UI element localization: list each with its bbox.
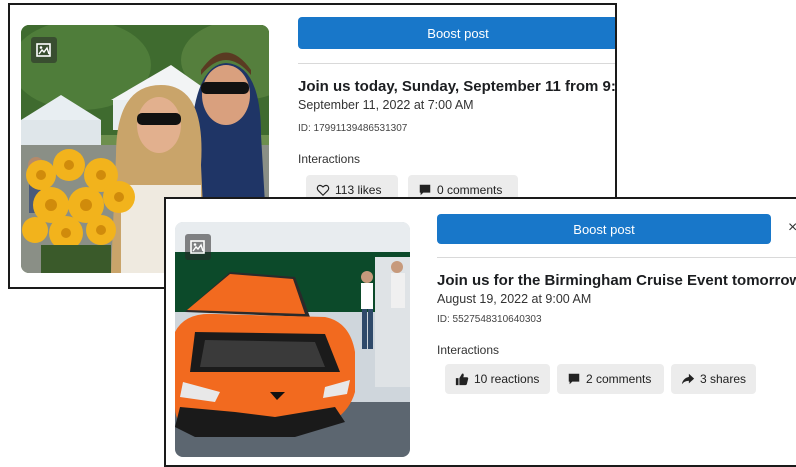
post-title: Join us today, Sunday, September 11 from… (298, 78, 616, 95)
post-photo-corvette[interactable] (175, 222, 410, 457)
divider (298, 63, 615, 64)
comments-count: 0 comments (437, 183, 503, 197)
interactions-label: Interactions (437, 343, 500, 357)
thumbs-up-icon (455, 372, 469, 386)
comment-icon (418, 183, 432, 197)
post-id: ID: 17991139486531307 (298, 123, 408, 134)
boost-post-button[interactable]: Boost post (298, 17, 615, 49)
shares-count: 3 shares (700, 372, 747, 386)
post-title: Join us for the Birmingham Cruise Event … (437, 272, 796, 289)
comments-count: 2 comments (586, 372, 652, 386)
comments-chip[interactable]: 2 comments (557, 364, 664, 394)
reactions-chip[interactable]: 10 reactions (445, 364, 550, 394)
comment-icon (567, 372, 581, 386)
share-icon (681, 372, 695, 386)
media-icon (31, 37, 57, 63)
post-date: September 11, 2022 at 7:00 AM (298, 98, 474, 112)
shares-chip[interactable]: 3 shares (671, 364, 756, 394)
post-panel-2: Boost post × Join us for the Birmingham … (164, 197, 796, 467)
media-icon (185, 234, 211, 260)
likes-count: 113 likes (335, 183, 382, 197)
post-date: August 19, 2022 at 9:00 AM (437, 292, 592, 306)
post-id: ID: 5527548310640303 (437, 314, 542, 325)
divider (437, 257, 796, 258)
interactions-label: Interactions (298, 152, 361, 166)
close-icon[interactable]: × (788, 219, 796, 237)
reactions-count: 10 reactions (474, 372, 540, 386)
heart-icon (316, 183, 330, 197)
boost-post-button[interactable]: Boost post (437, 214, 771, 244)
